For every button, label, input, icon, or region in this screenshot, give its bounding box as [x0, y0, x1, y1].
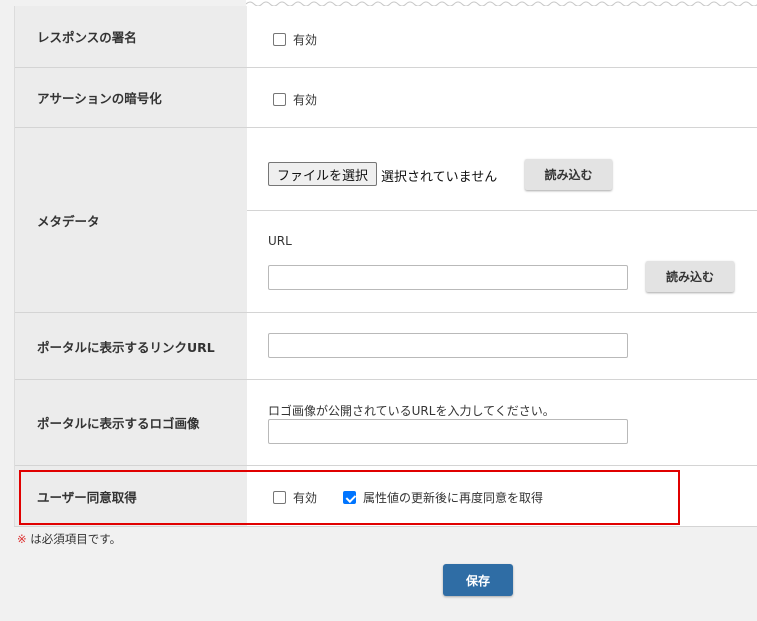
row-label: ポータルに表示するロゴ画像: [15, 380, 247, 465]
divider: [247, 210, 757, 211]
checkbox-box[interactable]: [273, 33, 286, 46]
save-button[interactable]: 保存: [443, 564, 513, 596]
portal-logo-url-input[interactable]: [268, 419, 628, 444]
file-status-text: 選択されていません: [381, 170, 498, 185]
checkbox-label: 有効: [293, 33, 318, 47]
row-assertion-encryption: アサーションの暗号化 有効: [15, 68, 757, 128]
settings-form: レスポンスの署名 有効 アサーションの暗号化 有効 メタデータ ファイルを選択 …: [14, 6, 757, 526]
logo-hint-text: ロゴ画像が公開されているURLを入力してください。: [268, 404, 555, 418]
portal-link-url-input[interactable]: [268, 333, 628, 358]
row-portal-logo: ポータルに表示するロゴ画像 ロゴ画像が公開されているURLを入力してください。: [15, 380, 757, 466]
row-response-signature: レスポンスの署名 有効: [15, 6, 757, 68]
row-label: メタデータ: [15, 128, 247, 312]
choose-file-button[interactable]: ファイルを選択: [268, 162, 377, 186]
row-label: アサーションの暗号化: [15, 68, 247, 127]
row-label: レスポンスの署名: [15, 6, 247, 67]
url-label: URL: [268, 234, 292, 248]
required-mark: ※: [17, 532, 27, 546]
assertion-encryption-checkbox[interactable]: 有効: [273, 91, 317, 108]
row-metadata: メタデータ ファイルを選択 選択されていません 読み込む URL 読み込む: [15, 128, 757, 313]
required-note: ※ は必須項目です。: [17, 531, 121, 547]
row-portal-link-url: ポータルに表示するリンクURL: [15, 313, 757, 380]
metadata-url-input[interactable]: [268, 265, 628, 290]
load-url-button[interactable]: 読み込む: [646, 261, 734, 292]
response-signature-checkbox[interactable]: 有効: [273, 31, 317, 48]
highlight-box: [19, 470, 680, 525]
divider: [14, 526, 757, 527]
load-file-button[interactable]: 読み込む: [525, 159, 612, 190]
required-note-text: は必須項目です。: [26, 532, 122, 546]
row-label: ポータルに表示するリンクURL: [15, 313, 247, 379]
checkbox-box[interactable]: [273, 93, 286, 106]
checkbox-label: 有効: [293, 93, 318, 107]
